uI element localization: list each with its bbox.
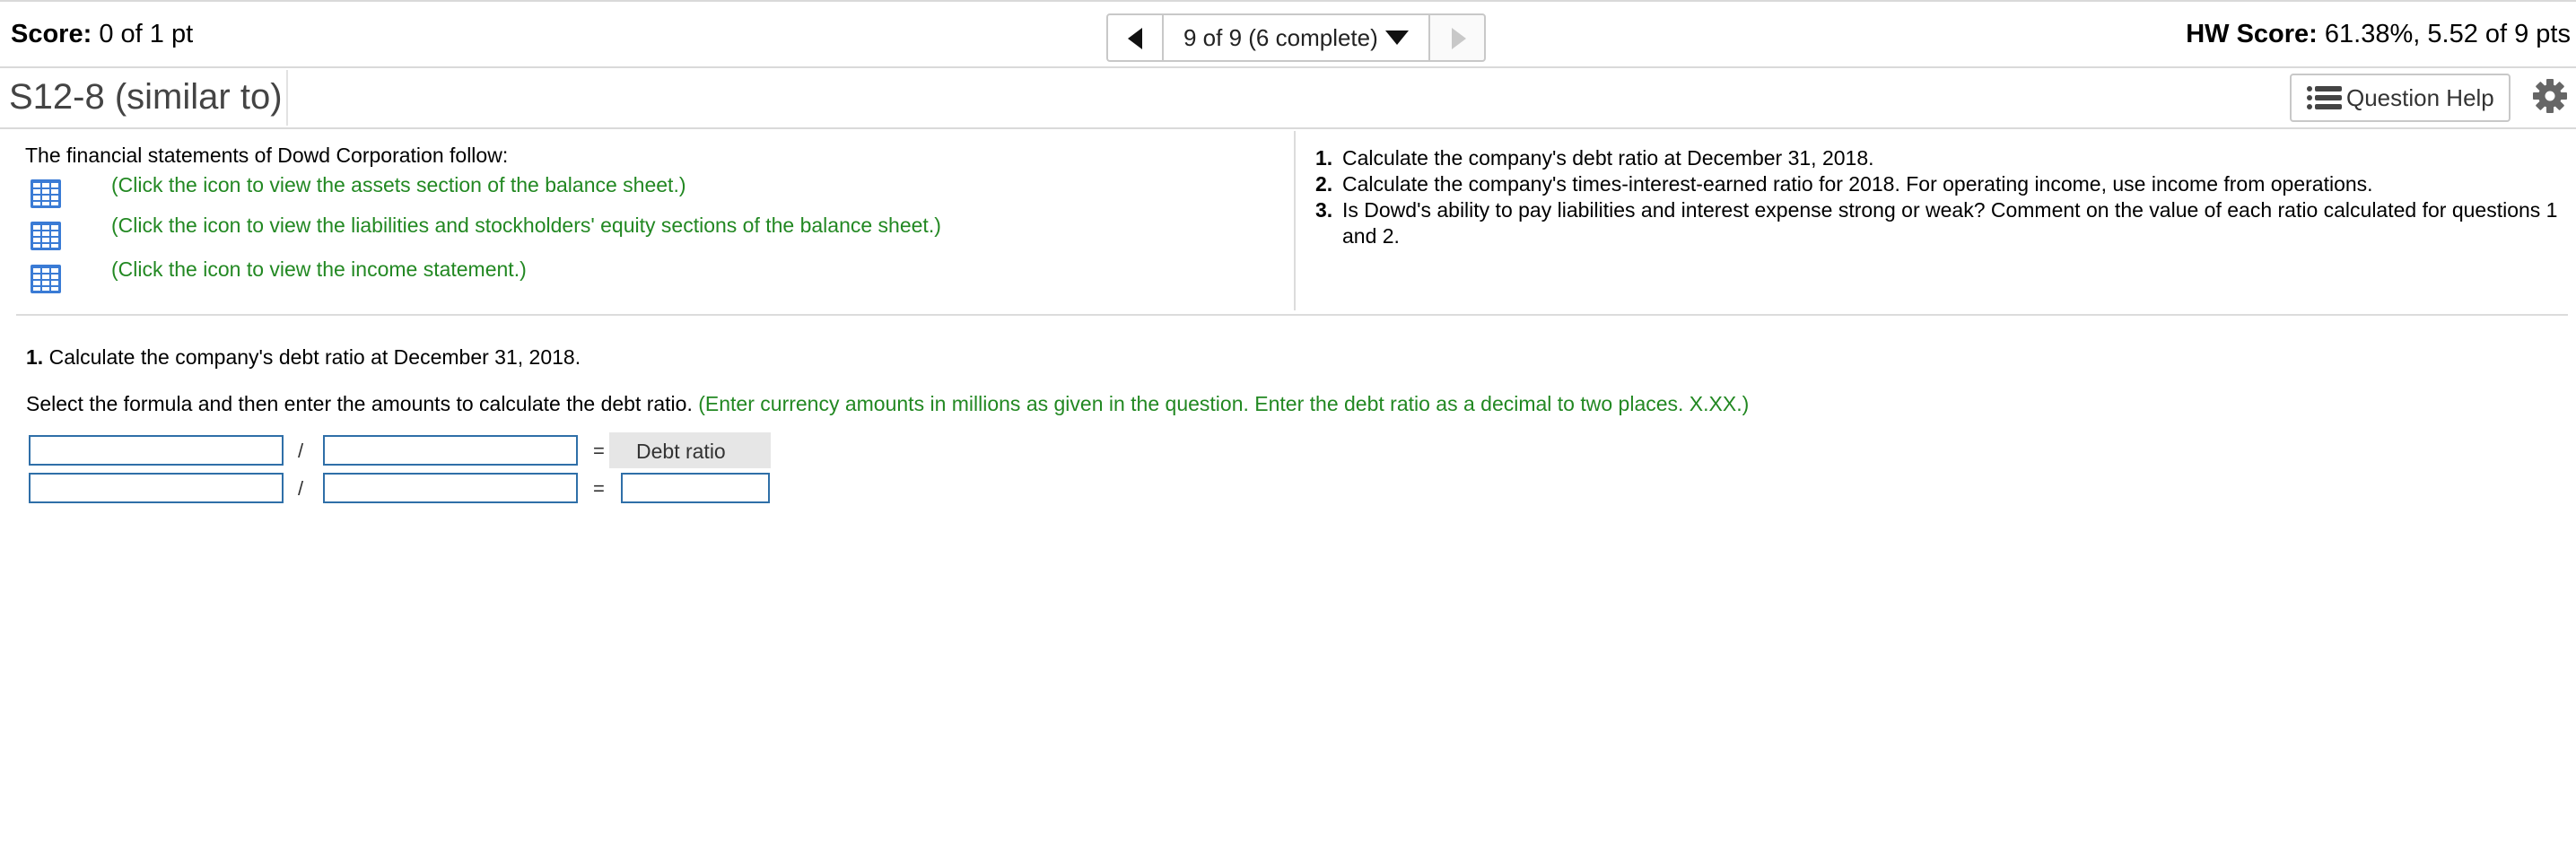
- question-help-label: Question Help: [2346, 83, 2494, 111]
- question-status: 9 of 9 (6 complete): [1183, 23, 1378, 51]
- task-text: Calculate the company's debt ratio at De…: [1342, 146, 1874, 170]
- next-arrow-icon: [1451, 28, 1466, 49]
- hw-score-value: 61.38%, 5.52 of 9 pts: [2324, 20, 2571, 48]
- part-1-heading: 1. Calculate the company's debt ratio at…: [26, 345, 581, 370]
- task-item: 1. Calculate the company's debt ratio at…: [1315, 145, 2572, 171]
- table-grid-icon[interactable]: [31, 179, 61, 208]
- equals-sign: =: [593, 440, 605, 462]
- assets-link[interactable]: (Click the icon to view the assets secti…: [111, 173, 686, 197]
- statements-intro: The financial statements of Dowd Corpora…: [25, 144, 509, 167]
- dropdown-caret-icon: [1384, 30, 1409, 45]
- part-1-instruction: Select the formula and then enter the am…: [26, 392, 1749, 416]
- amount-row: / =: [26, 470, 771, 506]
- formula-row: / = Debt ratio: [26, 432, 771, 468]
- task-text: Calculate the company's times-interest-e…: [1342, 172, 2373, 196]
- prev-arrow-icon: [1128, 28, 1142, 49]
- income-statement-link[interactable]: (Click the icon to view the income state…: [111, 257, 527, 282]
- title-divider: [286, 70, 288, 126]
- task-item: 3. Is Dowd's ability to pay liabilities …: [1315, 197, 2572, 249]
- instruction-text: Select the formula and then enter the am…: [26, 392, 693, 415]
- task-text: Is Dowd's ability to pay liabilities and…: [1342, 198, 2558, 248]
- task-number: 1.: [1315, 146, 1333, 170]
- divide-sign: /: [298, 477, 304, 500]
- table-grid-icon[interactable]: [31, 222, 61, 250]
- section-divider: [16, 314, 2568, 316]
- liabilities-equity-link[interactable]: (Click the icon to view the liabilities …: [111, 214, 941, 238]
- gear-icon[interactable]: [2532, 78, 2568, 114]
- income-statement-link-row: (Click the icon to view the income state…: [25, 257, 1102, 297]
- numerator-amount-input[interactable]: [29, 473, 284, 503]
- title-bar: S12-8 (similar to) Question Help: [0, 70, 2576, 129]
- panel-divider: [1294, 131, 1296, 310]
- debt-ratio-formula: / = Debt ratio / =: [26, 432, 771, 504]
- tasks-panel: 1. Calculate the company's debt ratio at…: [1315, 145, 2572, 249]
- liabilities-link-row: (Click the icon to view the liabilities …: [25, 214, 1102, 253]
- top-bar: Score: 0 of 1 pt 9 of 9 (6 complete) HW …: [0, 0, 2576, 68]
- score-value: 0 of 1 pt: [99, 20, 194, 48]
- part-1-text: Calculate the company's debt ratio at De…: [48, 345, 581, 369]
- question-navigator: 9 of 9 (6 complete): [1106, 13, 1486, 62]
- task-number: 3.: [1315, 198, 1333, 222]
- next-question-button[interactable]: [1428, 13, 1486, 62]
- question-title: S12-8 (similar to): [9, 77, 283, 117]
- denominator-amount-input[interactable]: [323, 473, 578, 503]
- list-icon: [2307, 86, 2342, 109]
- equals-sign: =: [593, 477, 605, 500]
- instruction-hint: (Enter currency amounts in millions as g…: [698, 392, 1750, 415]
- previous-question-button[interactable]: [1106, 13, 1164, 62]
- task-number: 2.: [1315, 172, 1333, 196]
- table-grid-icon[interactable]: [31, 265, 61, 293]
- debt-ratio-input[interactable]: [621, 473, 770, 503]
- debt-ratio-label: Debt ratio: [636, 440, 726, 463]
- assets-link-row: (Click the icon to view the assets secti…: [25, 173, 1102, 213]
- hw-score-label: HW Score:: [2186, 20, 2318, 48]
- score-label: Score:: [11, 20, 92, 48]
- score: Score: 0 of 1 pt: [11, 20, 193, 49]
- task-list: 1. Calculate the company's debt ratio at…: [1315, 145, 2572, 249]
- formula-denominator-select[interactable]: [323, 435, 578, 466]
- part-1-number: 1.: [26, 345, 44, 369]
- divide-sign: /: [298, 440, 304, 462]
- formula-numerator-select[interactable]: [29, 435, 284, 466]
- question-help-button[interactable]: Question Help: [2290, 74, 2511, 122]
- question-select-dropdown[interactable]: 9 of 9 (6 complete): [1164, 13, 1428, 62]
- hw-score: HW Score: 61.38%, 5.52 of 9 pts: [2186, 20, 2571, 49]
- task-item: 2. Calculate the company's times-interes…: [1315, 171, 2572, 197]
